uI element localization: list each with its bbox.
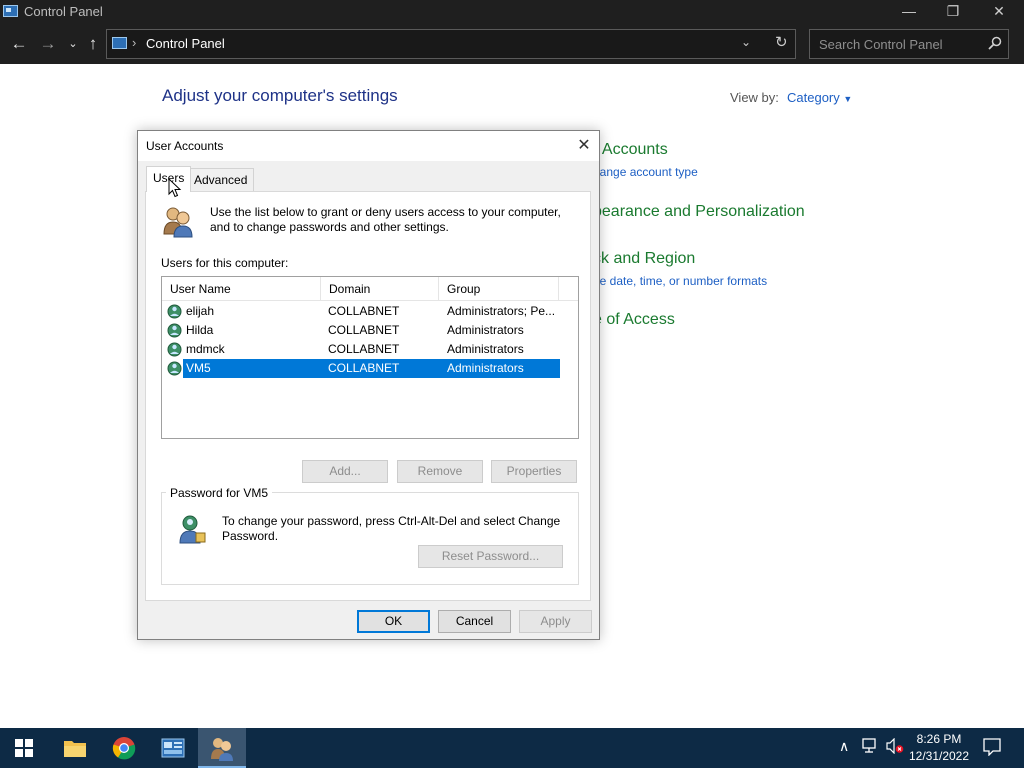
- control-panel-icon: [161, 738, 185, 758]
- cell-domain: COLLABNET: [328, 361, 400, 375]
- password-instructions: To change your password, press Ctrl-Alt-…: [222, 514, 561, 543]
- view-by-label: View by:: [730, 90, 779, 105]
- up-arrow-icon[interactable]: ↑: [82, 33, 104, 55]
- table-row[interactable]: elijah COLLABNET Administrators; Pe...: [165, 302, 560, 321]
- show-hidden-icons-chevron[interactable]: ∧: [839, 738, 849, 755]
- user-icon: [167, 304, 182, 319]
- user-icon: [167, 361, 182, 376]
- category-ease-of-access[interactable]: e of Access: [593, 311, 675, 329]
- file-explorer-taskbar-button[interactable]: [50, 728, 98, 768]
- column-user-name[interactable]: User Name: [162, 277, 321, 301]
- navigation-bar: ← → ⌄ ↑ › Control Panel ⌄ ↻ Search Contr…: [0, 24, 1024, 64]
- table-row[interactable]: Hilda COLLABNET Administrators: [165, 321, 560, 340]
- cancel-button[interactable]: Cancel: [438, 610, 511, 633]
- dialog-titlebar: User Accounts ✕: [138, 131, 599, 161]
- apply-button[interactable]: Apply: [519, 610, 592, 633]
- link-change-account-type[interactable]: hange account type: [593, 165, 698, 179]
- table-row[interactable]: mdmck COLLABNET Administrators: [165, 340, 560, 359]
- cell-group: Administrators: [447, 342, 524, 356]
- minimize-button[interactable]: —: [886, 0, 932, 24]
- address-dropdown-chevron-icon[interactable]: ⌄: [741, 35, 751, 49]
- category-user-accounts[interactable]: r Accounts: [593, 141, 668, 159]
- close-window-button[interactable]: ✕: [976, 0, 1022, 24]
- dropdown-caret-icon: ▼: [843, 94, 853, 104]
- refresh-icon[interactable]: ↻: [775, 33, 788, 51]
- user-accounts-dialog: User Accounts ✕ Users Advanced Use the l…: [137, 130, 600, 640]
- properties-button[interactable]: Properties: [491, 460, 577, 483]
- control-panel-taskbar-button[interactable]: [149, 728, 197, 768]
- cell-domain: COLLABNET: [328, 342, 400, 356]
- breadcrumb-control-panel[interactable]: Control Panel: [146, 36, 225, 51]
- chrome-icon: [112, 737, 136, 760]
- recent-locations-chevron-icon[interactable]: ⌄: [62, 33, 84, 55]
- control-panel-icon: [112, 37, 127, 49]
- tab-advanced[interactable]: Advanced: [187, 168, 255, 191]
- users-icon: [163, 207, 193, 238]
- window-title: Control Panel: [24, 4, 103, 19]
- intro-text: Use the list below to grant or deny user…: [210, 205, 561, 234]
- taskbar: ∧ 8:26 PM 12/31/2022: [0, 728, 1024, 768]
- windows-logo-icon: [15, 739, 33, 757]
- users-icon: [211, 738, 233, 761]
- column-group[interactable]: Group: [439, 277, 559, 301]
- search-box[interactable]: Search Control Panel: [809, 29, 1009, 59]
- remove-user-button[interactable]: Remove: [397, 460, 483, 483]
- users-tab-panel: Use the list below to grant or deny user…: [145, 191, 591, 601]
- clock-date: 12/31/2022: [908, 749, 970, 763]
- table-row-selected[interactable]: VM5 COLLABNET Administrators: [165, 359, 560, 378]
- cell-user-name: VM5: [186, 361, 211, 375]
- cell-domain: COLLABNET: [328, 323, 400, 337]
- password-group-label: Password for VM5: [166, 486, 273, 500]
- dialog-close-icon[interactable]: ✕: [570, 135, 598, 157]
- category-appearance-personalization[interactable]: pearance and Personalization: [593, 203, 805, 221]
- chrome-taskbar-button[interactable]: [100, 728, 148, 768]
- column-domain[interactable]: Domain: [321, 277, 439, 301]
- cell-group: Administrators; Pe...: [447, 304, 556, 318]
- user-icon: [167, 323, 182, 338]
- clock-time: 8:26 PM: [916, 732, 962, 746]
- category-clock-region[interactable]: ck and Region: [593, 250, 695, 268]
- add-user-button[interactable]: Add...: [302, 460, 388, 483]
- users-listview[interactable]: User Name Domain Group elijah COLLABNET …: [161, 276, 579, 439]
- control-panel-icon: [3, 5, 18, 17]
- user-icon: [167, 342, 182, 357]
- mouse-cursor-icon: [168, 178, 182, 198]
- user-password-icon: [179, 515, 206, 544]
- breadcrumb-separator-icon: ›: [132, 35, 137, 50]
- cell-domain: COLLABNET: [328, 304, 400, 318]
- cell-user-name: elijah: [186, 304, 215, 318]
- search-input[interactable]: Search Control Panel: [819, 37, 943, 52]
- user-accounts-taskbar-button[interactable]: [198, 728, 246, 768]
- folder-icon: [64, 741, 86, 757]
- system-clock[interactable]: 8:26 PM 12/31/2022: [900, 731, 978, 765]
- cell-user-name: Hilda: [186, 323, 214, 337]
- users-list-label: Users for this computer:: [161, 256, 289, 270]
- cell-group: Administrators: [447, 361, 524, 375]
- cell-user-name: mdmck: [186, 342, 225, 356]
- search-icon[interactable]: [988, 36, 1002, 50]
- dialog-title: User Accounts: [146, 139, 224, 153]
- list-header: User Name Domain Group: [162, 277, 578, 301]
- notifications-icon[interactable]: [983, 738, 1001, 756]
- window-titlebar: Control Panel — ❐ ✕: [0, 0, 1024, 24]
- forward-arrow-icon[interactable]: →: [37, 33, 59, 55]
- start-button[interactable]: [0, 728, 48, 768]
- link-change-date-time-formats[interactable]: ge date, time, or number formats: [593, 274, 767, 288]
- back-arrow-icon[interactable]: ←: [8, 33, 30, 55]
- reset-password-button[interactable]: Reset Password...: [418, 545, 563, 568]
- cell-group: Administrators: [447, 323, 524, 337]
- network-icon[interactable]: [862, 738, 880, 754]
- view-by-dropdown[interactable]: Category ▼: [787, 90, 852, 105]
- ok-button[interactable]: OK: [357, 610, 430, 633]
- view-by-value[interactable]: Category: [787, 90, 840, 105]
- restore-button[interactable]: ❐: [930, 0, 976, 24]
- address-bar[interactable]: › Control Panel ⌄ ↻: [106, 29, 796, 59]
- page-title: Adjust your computer's settings: [162, 86, 398, 105]
